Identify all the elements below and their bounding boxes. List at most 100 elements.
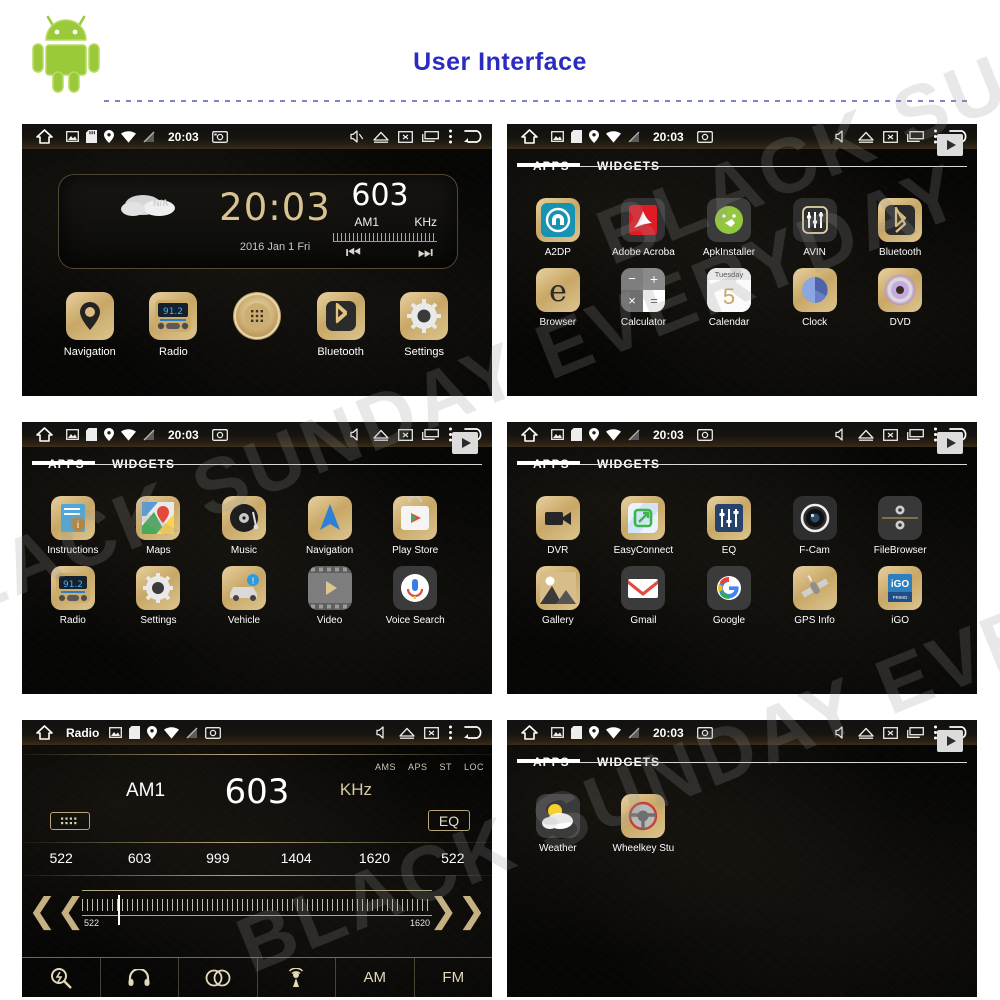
app-cell-adobe-acrobat[interactable]: Adobe Acroba [601,188,687,258]
am-band-button[interactable]: AM [336,958,415,997]
app-cell-calculator[interactable]: − + × = Calculator [601,258,687,328]
recents-icon[interactable] [907,131,924,142]
app-cell-play-store[interactable]: Play Store [372,486,458,556]
app-cell-calendar[interactable]: Tuesday 5 Calendar [686,258,772,328]
screenshot-icon[interactable] [696,428,713,441]
screenshot-icon[interactable] [696,130,713,143]
app-cell-gmail[interactable]: Gmail [601,556,687,626]
app-cell-video[interactable]: Video [287,556,373,626]
dock-item-radio[interactable]: 91.2 Radio [137,292,209,358]
mute-icon[interactable] [350,130,364,143]
screenshot-icon[interactable] [205,726,222,739]
app-cell-weather[interactable]: Weather [515,784,601,854]
flag-aps[interactable]: APS [408,762,428,772]
prev-track-icon[interactable]: ⏮ [346,243,361,263]
close-window-icon[interactable] [398,428,413,441]
apps-screen-page-2[interactable]: 20:03 APPS WIDGETS [22,422,492,694]
app-cell-wheelkey-study[interactable]: Wheelkey Stu [601,784,687,854]
app-cell-vehicle[interactable]: ! Vehicle [201,556,287,626]
stereo-icon[interactable] [179,958,258,997]
mute-icon[interactable] [835,428,849,441]
app-cell-easyconnect[interactable]: EasyConnect [601,486,687,556]
home-icon[interactable] [22,725,66,740]
fm-band-button[interactable]: FM [415,958,493,997]
app-cell-maps[interactable]: Maps [116,486,202,556]
close-window-icon[interactable] [883,130,898,143]
mute-icon[interactable] [376,726,390,739]
app-cell-dvr[interactable]: DVR [515,486,601,556]
close-window-icon[interactable] [424,726,439,739]
home-icon[interactable] [507,725,551,740]
app-cell-gallery[interactable]: Gallery [515,556,601,626]
app-cell-browser[interactable]: e Browser [515,258,601,328]
recents-icon[interactable] [907,429,924,440]
headphone-icon[interactable] [101,958,179,997]
seek-up-icon[interactable]: ❯❯ [429,894,486,928]
app-cell-a2dp[interactable]: A2DP [515,188,601,258]
seek-down-icon[interactable]: ❮❮ [28,894,85,928]
overflow-menu-icon[interactable] [448,129,453,144]
home-widget[interactable]: N/A 20:03 2016 Jan 1 Fri 603 AM1 KHz ⏮ ⏭ [58,174,458,269]
play-store-icon[interactable] [937,124,963,156]
dock-item-bluetooth[interactable]: Bluetooth [305,292,377,358]
preset-3[interactable]: 999 [179,850,257,866]
flag-ams[interactable]: AMS [375,762,396,772]
app-cell-radio[interactable]: 91.2 Radio [30,556,116,626]
app-cell-eq[interactable]: EQ [686,486,772,556]
close-window-icon[interactable] [398,130,413,143]
antenna-icon[interactable] [258,958,336,997]
next-track-icon[interactable]: ⏭ [418,243,433,263]
tuning-scale[interactable] [82,890,432,925]
dock-item-all-apps[interactable] [221,292,293,358]
eject-icon[interactable] [399,727,415,739]
app-cell-igo[interactable]: iGO PRIMO iGO [857,556,943,626]
scan-search-icon[interactable] [22,958,101,997]
preset-list-icon[interactable] [50,812,90,830]
overflow-menu-icon[interactable] [448,725,453,740]
preset-2[interactable]: 603 [100,850,178,866]
flag-loc[interactable]: LOC [464,762,484,772]
app-cell-instructions[interactable]: i Instructions [30,486,116,556]
app-cell-gps-info[interactable]: GPS Info [772,556,858,626]
app-cell-music[interactable]: Music [201,486,287,556]
screenshot-icon[interactable] [211,428,228,441]
eject-icon[interactable] [858,131,874,143]
radio-tuner[interactable]: ❮❮ ❯❯ 522 1620 [22,880,492,946]
app-cell-navigation[interactable]: Navigation [287,486,373,556]
home-icon[interactable] [507,427,551,442]
eject-icon[interactable] [858,429,874,441]
mute-icon[interactable] [835,130,849,143]
dock-item-navigation[interactable]: Navigation [54,292,126,358]
flag-st[interactable]: ST [439,762,452,772]
eq-button[interactable]: EQ [428,810,470,831]
home-screen[interactable]: 20:03 N/A 20:03 2016 Jan 1 Fri 603 AM1 K… [22,124,492,396]
close-window-icon[interactable] [883,428,898,441]
app-cell-settings[interactable]: Settings [116,556,202,626]
app-cell-clock[interactable]: Clock [772,258,858,328]
app-cell-filebrowser[interactable]: FileBrowser [857,486,943,556]
home-icon[interactable] [22,129,66,144]
close-window-icon[interactable] [883,726,898,739]
preset-1[interactable]: 522 [22,850,100,866]
dock-item-settings[interactable]: Settings [388,292,460,358]
eject-icon[interactable] [373,131,389,143]
preset-5[interactable]: 1620 [335,850,413,866]
play-store-icon[interactable] [937,720,963,752]
eject-icon[interactable] [373,429,389,441]
app-cell-avin[interactable]: AVIN [772,188,858,258]
recents-icon[interactable] [422,131,439,142]
eject-icon[interactable] [858,727,874,739]
app-cell-f-cam[interactable]: F-Cam [772,486,858,556]
screenshot-icon[interactable] [211,130,228,143]
mute-icon[interactable] [835,726,849,739]
app-cell-dvd[interactable]: DVD [857,258,943,328]
home-icon[interactable] [507,129,551,144]
recents-icon[interactable] [907,727,924,738]
app-cell-apkinstaller[interactable]: ApkInstaller [686,188,772,258]
radio-screen[interactable]: Radio AMS APS ST LOC AM1 603 KHz EQ 522 … [22,720,492,997]
preset-4[interactable]: 1404 [257,850,335,866]
home-icon[interactable] [22,427,66,442]
mute-icon[interactable] [350,428,364,441]
app-cell-bluetooth[interactable]: Bluetooth [857,188,943,258]
back-icon[interactable] [462,129,486,144]
